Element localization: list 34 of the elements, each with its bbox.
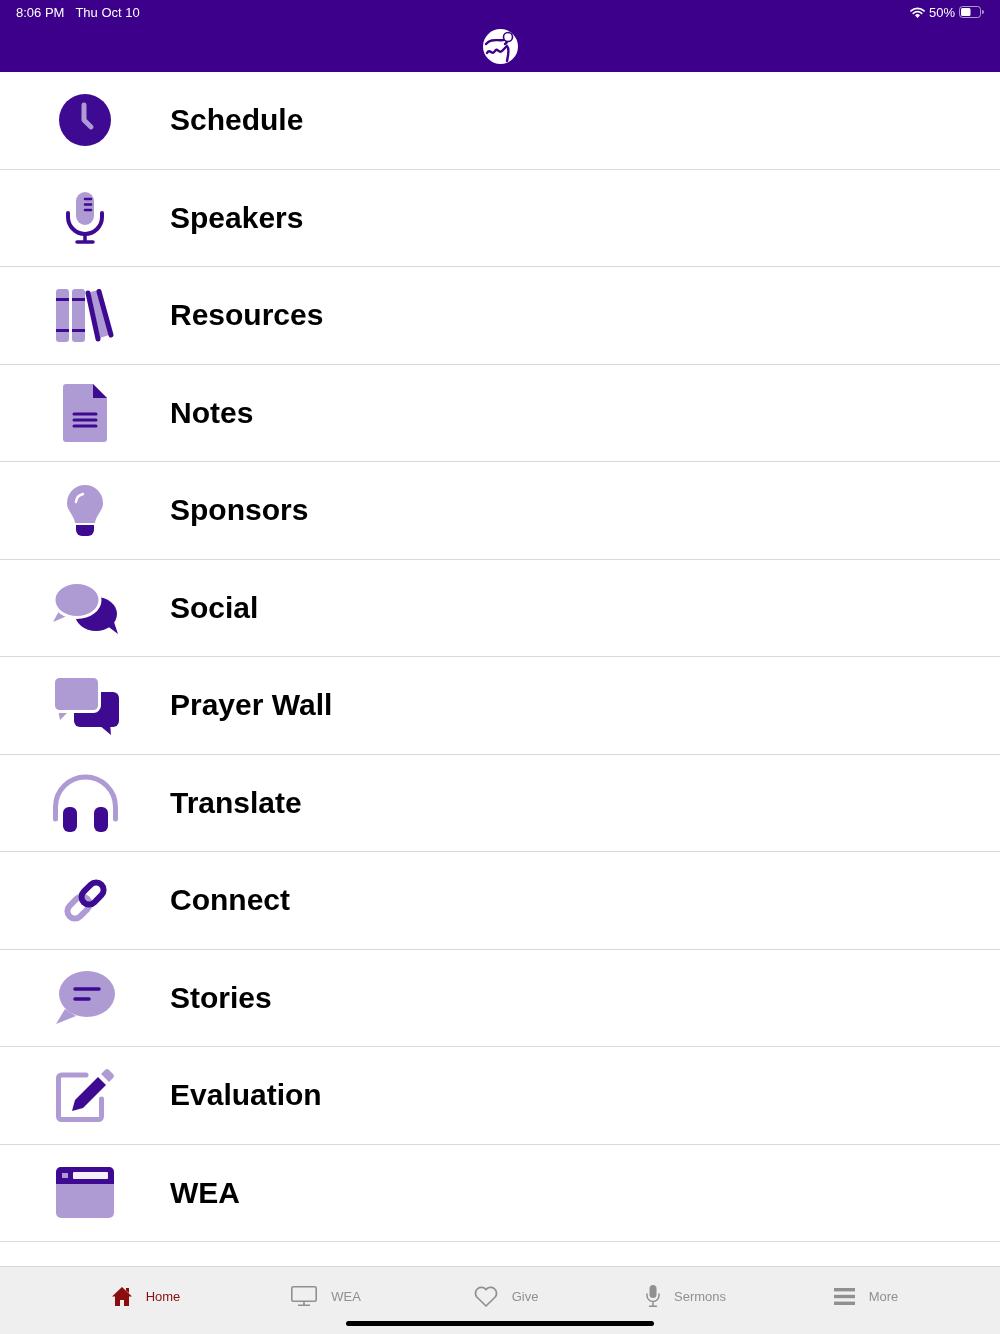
menu-item[interactable]: Notes xyxy=(0,364,1000,462)
tab-item[interactable]: Home xyxy=(56,1267,236,1325)
chat-bubbles-icon xyxy=(51,581,119,635)
monitor-icon xyxy=(291,1286,318,1306)
menu-item[interactable]: Schedule xyxy=(0,72,1000,170)
headphones-icon xyxy=(51,773,119,832)
battery-icon xyxy=(959,6,984,18)
battery-percent: 50% xyxy=(928,4,955,20)
menu-item[interactable]: Speakers xyxy=(0,169,1000,267)
menu-item[interactable]: Evaluation xyxy=(0,1047,1000,1145)
lightbulb-icon xyxy=(66,484,104,536)
menu-item[interactable]: Stories xyxy=(0,949,1000,1047)
clock-icon xyxy=(59,94,111,147)
menu-icon xyxy=(833,1287,855,1305)
menu-item[interactable]: Connect xyxy=(0,852,1000,950)
status-date: Thu Oct 10 xyxy=(75,4,140,20)
browser-window-icon xyxy=(56,1167,114,1219)
status-time: 8:06 PM xyxy=(16,4,65,20)
home-icon xyxy=(111,1286,132,1306)
books-icon xyxy=(56,288,114,342)
wifi-icon xyxy=(909,6,925,18)
menu-item[interactable]: Resources xyxy=(0,267,1000,365)
menu-item[interactable]: Sponsors xyxy=(0,462,1000,560)
menu-item[interactable]: WEA xyxy=(0,1144,1000,1242)
speech-bubble-icon xyxy=(55,971,115,1025)
heart-icon xyxy=(473,1285,498,1307)
edit-icon xyxy=(56,1068,114,1122)
menu-item[interactable]: Prayer Wall xyxy=(0,657,1000,755)
menu-item[interactable]: Social xyxy=(0,559,1000,657)
menu-item[interactable]: Translate xyxy=(0,754,1000,852)
microphone-icon xyxy=(646,1285,660,1307)
document-icon xyxy=(63,383,107,442)
microphone-icon xyxy=(66,191,104,244)
logo-icon xyxy=(482,28,518,64)
